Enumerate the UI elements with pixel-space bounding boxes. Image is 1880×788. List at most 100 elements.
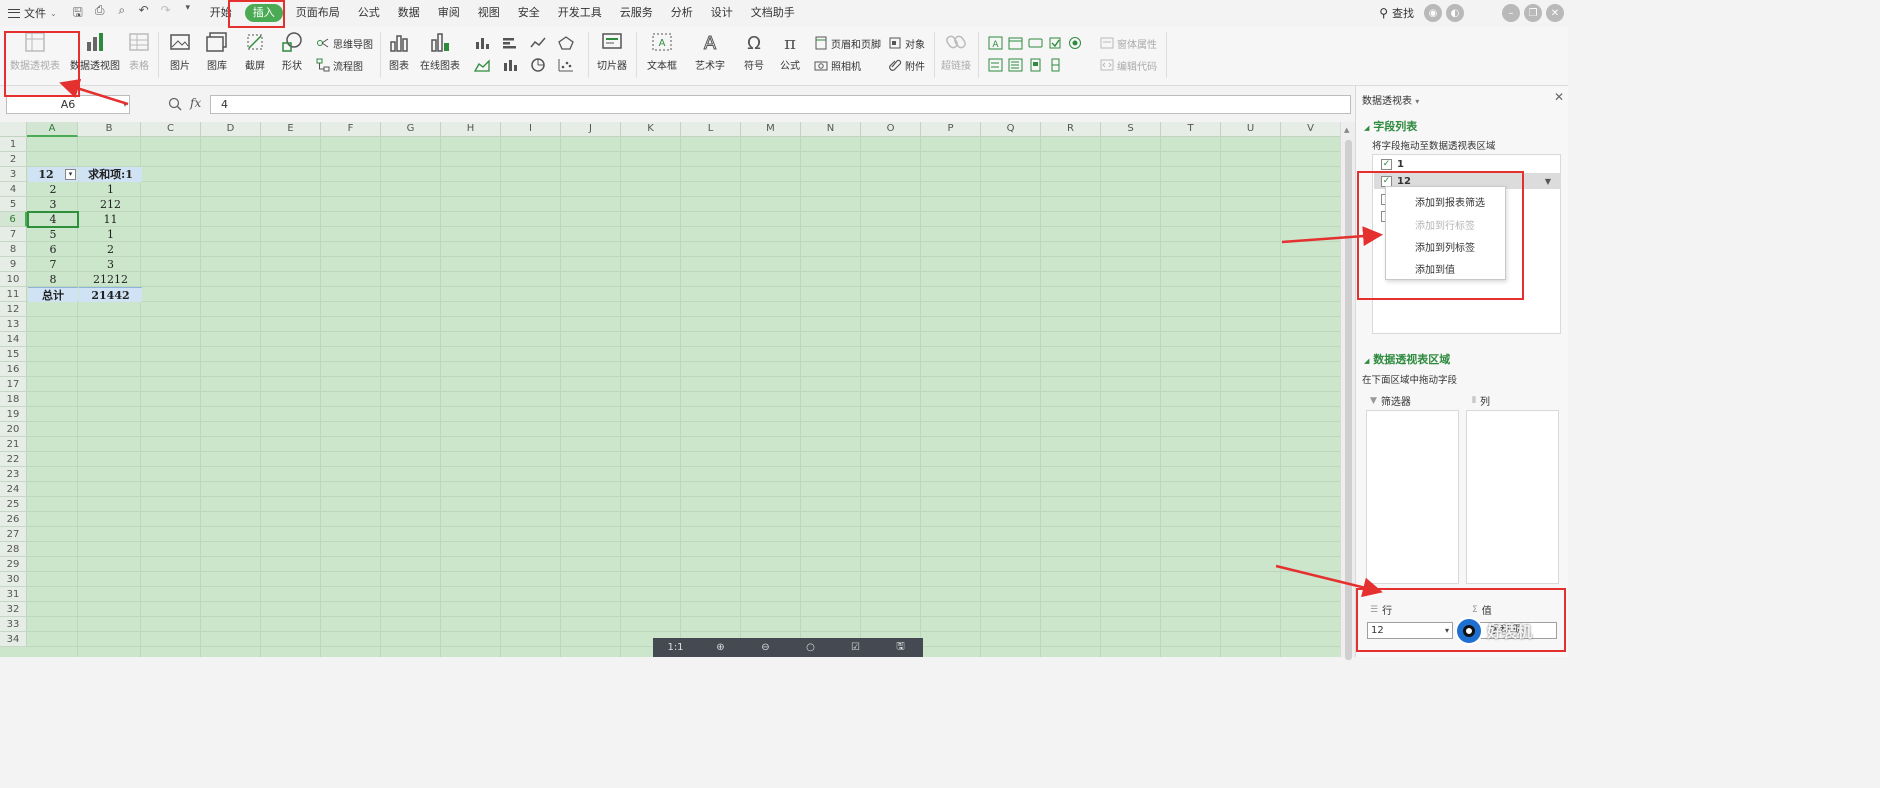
row-header[interactable]: 29	[0, 557, 27, 572]
tab-design[interactable]: 设计	[702, 0, 742, 26]
pivot-value-header[interactable]: 求和项:1	[79, 167, 142, 182]
pivot-row-label[interactable]: 7	[28, 257, 78, 272]
camera-button[interactable]: 照相机	[814, 56, 861, 74]
row-header[interactable]: 33	[0, 617, 27, 632]
flowchart-button[interactable]: 流程图	[316, 56, 363, 74]
area-chart-icon[interactable]	[474, 58, 490, 72]
column-header[interactable]: K	[621, 122, 681, 137]
zoom-in-icon[interactable]: ⊕	[713, 640, 729, 656]
header-footer-button[interactable]: 页眉和页脚	[814, 34, 881, 52]
column-header[interactable]: U	[1221, 122, 1281, 137]
row-header[interactable]: 21	[0, 437, 27, 452]
row-header[interactable]: 14	[0, 332, 27, 347]
row-header[interactable]: 7	[0, 227, 27, 242]
pivot-row-value[interactable]: 21212	[79, 272, 142, 287]
panel-title[interactable]: 数据透视表 ▾	[1362, 92, 1419, 107]
pivot-total-label[interactable]: 总计	[28, 287, 78, 302]
column-header[interactable]: N	[801, 122, 861, 137]
row-header[interactable]: 25	[0, 497, 27, 512]
column-header[interactable]: T	[1161, 122, 1221, 137]
column-header[interactable]: E	[261, 122, 321, 137]
combobox-control-icon[interactable]	[1008, 58, 1024, 72]
tab-cloud[interactable]: 云服务	[611, 0, 662, 26]
chart-button[interactable]: 图表	[385, 26, 413, 72]
chevron-down-icon[interactable]: ▾	[123, 96, 127, 113]
row-header[interactable]: 19	[0, 407, 27, 422]
row-header[interactable]: 12	[0, 302, 27, 317]
fx-icon[interactable]: fx	[190, 96, 201, 110]
column-header[interactable]: R	[1041, 122, 1101, 137]
line-chart-icon[interactable]	[530, 36, 546, 50]
save-icon[interactable]: 🖫	[71, 3, 85, 24]
search-label[interactable]: 查找	[1392, 5, 1414, 21]
scatter-chart-icon[interactable]	[558, 58, 574, 72]
name-box[interactable]: A6 ▾	[6, 95, 130, 114]
label-control-icon[interactable]: A	[988, 36, 1004, 50]
customize-icon[interactable]: ▾	[181, 3, 195, 24]
online-chart-button[interactable]: 在线图表	[416, 26, 464, 72]
circle-icon[interactable]: ○	[803, 640, 819, 656]
listbox-control-icon[interactable]	[988, 58, 1004, 72]
wordart-button[interactable]: A 艺术字	[690, 26, 730, 73]
attachment-button[interactable]: 附件	[888, 56, 925, 74]
close-icon[interactable]: ✕	[1554, 90, 1564, 104]
column-header[interactable]: F	[321, 122, 381, 137]
shapes-button[interactable]: 形状	[276, 26, 308, 72]
column-header[interactable]: B	[78, 122, 141, 137]
row-header[interactable]: 22	[0, 452, 27, 467]
tab-formulas[interactable]: 公式	[349, 0, 389, 26]
column-header[interactable]: P	[921, 122, 981, 137]
stock-chart-icon[interactable]	[502, 58, 518, 72]
formula-button[interactable]: π 公式	[776, 26, 804, 72]
filter-drop-zone[interactable]	[1366, 410, 1459, 584]
row-header[interactable]: 17	[0, 377, 27, 392]
print-icon[interactable]: ⎙	[93, 3, 107, 24]
textbox-button[interactable]: A 文本框	[642, 26, 682, 72]
gallery-button[interactable]: 图库	[201, 26, 233, 72]
column-header[interactable]: L	[681, 122, 741, 137]
form-properties-button[interactable]: 窗体属性	[1100, 34, 1157, 52]
pivot-row-label[interactable]: 2	[28, 182, 78, 197]
pivot-row-value[interactable]: 2	[79, 242, 142, 257]
scrollbar-control-icon[interactable]	[1028, 58, 1044, 72]
column-header[interactable]: S	[1101, 122, 1161, 137]
field-dropdown-icon[interactable]: ▼	[1545, 177, 1551, 186]
tab-developer[interactable]: 开发工具	[549, 0, 611, 26]
column-header[interactable]: C	[141, 122, 201, 137]
tab-data[interactable]: 数据	[389, 0, 429, 26]
radio-control-icon[interactable]	[1068, 36, 1084, 50]
checkbox-checked-icon[interactable]: ✓	[1381, 158, 1392, 170]
row-header[interactable]: 30	[0, 572, 27, 587]
column-header[interactable]: H	[441, 122, 501, 137]
row-header[interactable]: 1	[0, 137, 27, 152]
spreadsheet-grid[interactable]: ABCDEFGHIJKLMNOPQRSTUV 1 2 3 4 5 6 7 8 9 10 11 12 13…	[0, 122, 1340, 657]
pivot-row-label[interactable]: 3	[28, 197, 78, 212]
maximize-icon[interactable]: ❐	[1524, 4, 1542, 22]
column-header[interactable]: Q	[981, 122, 1041, 137]
column-header[interactable]: I	[501, 122, 561, 137]
row-header[interactable]: 15	[0, 347, 27, 362]
pivot-row-value[interactable]: 3	[79, 257, 142, 272]
redo-icon[interactable]: ↷	[159, 3, 173, 24]
row-header[interactable]: 8	[0, 242, 27, 257]
button-control-icon[interactable]	[1028, 36, 1044, 50]
pie-chart-icon[interactable]	[530, 58, 546, 72]
pivot-row-value[interactable]: 212	[79, 197, 142, 212]
row-header[interactable]: 5	[0, 197, 27, 212]
bar-chart-icon[interactable]	[502, 36, 518, 50]
row-header[interactable]: 24	[0, 482, 27, 497]
column-header[interactable]: M	[741, 122, 801, 137]
row-header[interactable]: 31	[0, 587, 27, 602]
row-header[interactable]: 27	[0, 527, 27, 542]
pivot-row-label[interactable]: 5	[28, 227, 78, 242]
row-header[interactable]: 18	[0, 392, 27, 407]
scrollbar-thumb[interactable]	[1345, 140, 1352, 660]
pivot-areas-section[interactable]: ◢ 数据透视表区域	[1364, 351, 1450, 367]
row-header[interactable]: 11	[0, 287, 27, 302]
pivot-row-label[interactable]: 8	[28, 272, 78, 287]
row-header[interactable]: 34	[0, 632, 27, 647]
row-header[interactable]: 9	[0, 257, 27, 272]
pivot-row-value[interactable]: 1	[79, 227, 142, 242]
field-list-section[interactable]: ◢ 字段列表	[1364, 118, 1417, 134]
tab-doc-assistant[interactable]: 文档助手	[742, 0, 804, 26]
